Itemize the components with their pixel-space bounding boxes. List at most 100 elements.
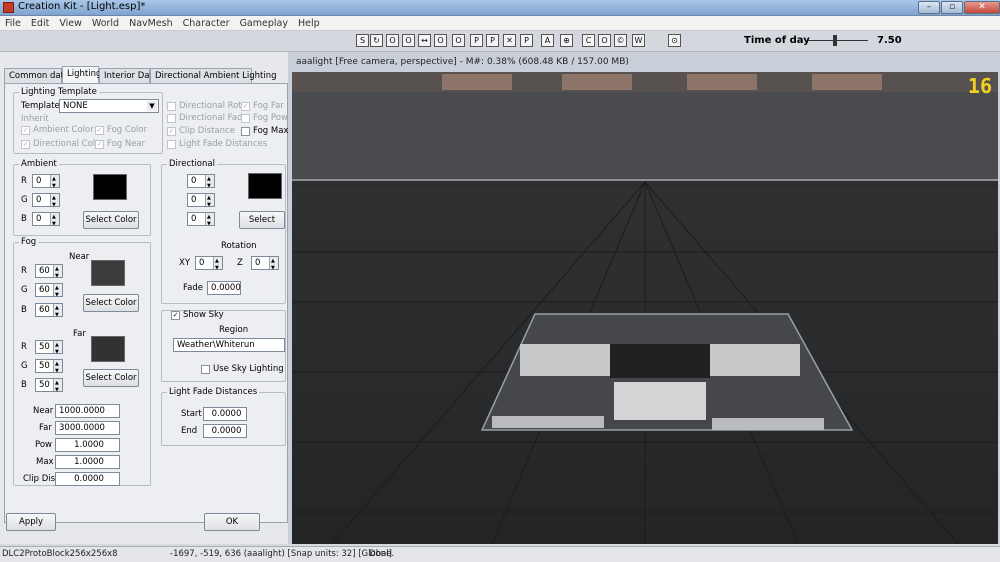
tab-lighting[interactable]: Lighting [62, 66, 101, 83]
show-sky-checkbox[interactable]: ✓ [171, 311, 180, 320]
directional-b-stepper[interactable]: 0 [187, 211, 215, 230]
ok-button[interactable]: OK [204, 513, 260, 531]
fog-far-b-label: B [21, 380, 27, 390]
fog-near-b-stepper[interactable]: 60 [35, 302, 63, 321]
ambient-b-stepper[interactable]: 0 [32, 211, 60, 230]
toolbar-tool-icon[interactable]: O [598, 34, 611, 47]
fog-near-select-color-button[interactable]: Select Color [83, 294, 139, 312]
close-button[interactable]: ✕ [964, 1, 1000, 14]
tab-directional-ambient-lighting[interactable]: Directional Ambient Lighting [150, 68, 277, 83]
inherit-ambient-color-checkbox[interactable]: ✓ [21, 126, 30, 135]
use-sky-lighting-checkbox[interactable] [201, 365, 210, 374]
toolbar-tool-icon[interactable]: P [520, 34, 533, 47]
fog-near-distance-input[interactable]: 1000.0000 [55, 404, 120, 418]
template-select[interactable]: NONE ▼ [59, 99, 159, 113]
ambient-r-stepper[interactable]: 0 [32, 173, 60, 192]
light-fade-start-input[interactable]: 0.0000 [203, 407, 247, 421]
inherit-fog-color-label: Fog Color [107, 125, 148, 135]
menu-world[interactable]: World [87, 16, 124, 31]
fog-pow-input[interactable]: 1.0000 [55, 438, 120, 452]
ambient-g-stepper[interactable]: 0 [32, 192, 60, 211]
menu-navmesh[interactable]: NavMesh [124, 16, 178, 31]
inherit-fog-color-checkbox[interactable]: ✓ [95, 126, 104, 135]
toolbar-tool-icon[interactable]: W [632, 34, 645, 47]
fog-near-b-label: B [21, 305, 27, 315]
scene-render [292, 72, 998, 544]
directional-g-stepper[interactable]: 0 [187, 192, 215, 211]
inherit-directional-rot-checkbox[interactable] [167, 102, 176, 111]
inherit-fog-far-checkbox[interactable]: ✓ [241, 102, 250, 111]
time-of-day-slider-track[interactable] [808, 40, 868, 41]
inherit-directional-color-checkbox[interactable]: ✓ [21, 140, 30, 149]
directional-fade-input[interactable]: 0.0000 [207, 281, 241, 295]
toolbar-tool-icon[interactable]: ↻ [370, 34, 383, 47]
fog-clip-distance-label: Clip Dist [23, 474, 59, 484]
toolbar-tool-icon[interactable]: ⊙ [668, 34, 681, 47]
toolbar-tool-icon[interactable]: ⊕ [560, 34, 573, 47]
inherit-fog-max-label: Fog Max [253, 126, 289, 136]
fog-far-b-stepper[interactable]: 50 [35, 377, 63, 396]
rotation-xy-stepper[interactable]: 0 [195, 255, 223, 274]
directional-r-stepper[interactable]: 0 [187, 173, 215, 192]
light-fade-end-input[interactable]: 0.0000 [203, 424, 247, 438]
rotation-xy-value: 0 [199, 258, 205, 268]
toolbar-tool-icon[interactable]: P [470, 34, 483, 47]
inherit-directional-fade-checkbox[interactable] [167, 114, 176, 123]
ambient-g-value: 0 [36, 195, 42, 205]
toolbar-tool-icon[interactable]: © [614, 34, 627, 47]
floor-strip [712, 418, 824, 430]
toolbar-tool-icon[interactable]: S [356, 34, 369, 47]
inherit-fog-pow-checkbox[interactable] [241, 114, 250, 123]
dark-tile [610, 344, 710, 378]
time-of-day-slider-thumb[interactable] [833, 35, 837, 46]
fog-near-r-stepper[interactable]: 60 [35, 263, 63, 282]
menu-edit[interactable]: Edit [26, 16, 54, 31]
tab-common-data[interactable]: Common data [4, 68, 69, 83]
fog-near-g-stepper[interactable]: 60 [35, 282, 63, 301]
maximize-button[interactable]: ▫ [941, 1, 963, 14]
inherit-fog-near-checkbox[interactable]: ✓ [95, 140, 104, 149]
toolbar-tool-icon[interactable]: O [434, 34, 447, 47]
toolbar-tool-icon[interactable]: ✕ [503, 34, 516, 47]
directional-r-value: 0 [191, 176, 197, 186]
fps-counter: 16 [967, 74, 992, 98]
toolbar-tool-icon[interactable]: O [452, 34, 465, 47]
title-bar: Creation Kit - [Light.esp]* – ▫ ✕ [0, 0, 1000, 16]
fog-pow-label: Pow [35, 440, 52, 450]
menu-character[interactable]: Character [178, 16, 235, 31]
toolbar-tool-icon[interactable]: A [541, 34, 554, 47]
fog-max-input[interactable]: 1.0000 [55, 455, 120, 469]
fog-far-distance-input[interactable]: 3000.0000 [55, 421, 120, 435]
inherit-clip-distance-checkbox[interactable]: ✓ [167, 127, 176, 136]
region-select[interactable]: Weather\Whiterun [173, 338, 285, 352]
fog-far-g-stepper[interactable]: 50 [35, 358, 63, 377]
toolbar-tool-icon[interactable]: P [486, 34, 499, 47]
rotation-z-stepper[interactable]: 0 [251, 255, 279, 274]
ambient-group-title: Ambient [19, 159, 59, 169]
ambient-select-color-button[interactable]: Select Color [83, 211, 139, 229]
fog-group-title: Fog [19, 237, 39, 247]
directional-select-color-button[interactable]: Select Color [239, 211, 285, 229]
menu-help[interactable]: Help [293, 16, 325, 31]
inherit-fog-max-checkbox[interactable] [241, 127, 250, 136]
toolbar-tool-icon[interactable]: O [386, 34, 399, 47]
apply-button[interactable]: Apply [6, 513, 56, 531]
fog-far-r-stepper[interactable]: 50 [35, 339, 63, 358]
render-viewport[interactable]: 16 [292, 72, 998, 544]
floor-tile [520, 344, 610, 376]
minimize-button[interactable]: – [918, 1, 940, 14]
fog-clip-distance-input[interactable]: 0.0000 [55, 472, 120, 486]
fog-far-color-swatch [91, 336, 125, 362]
inherit-light-fade-checkbox[interactable] [167, 140, 176, 149]
toolbar-tool-icon[interactable]: O [402, 34, 415, 47]
template-label: Template [21, 101, 60, 111]
toolbar-tool-icon[interactable]: C [582, 34, 595, 47]
fog-near-distance-label: Near [33, 406, 54, 416]
inherit-fog-near-label: Fog Near [107, 139, 146, 149]
menu-view[interactable]: View [54, 16, 87, 31]
toolbar-tool-icon[interactable]: ↔ [418, 34, 431, 47]
menu-gameplay[interactable]: Gameplay [235, 16, 293, 31]
menu-file[interactable]: File [0, 16, 26, 31]
fog-far-select-color-button[interactable]: Select Color [83, 369, 139, 387]
tab-interior-data[interactable]: Interior Data [99, 68, 158, 83]
